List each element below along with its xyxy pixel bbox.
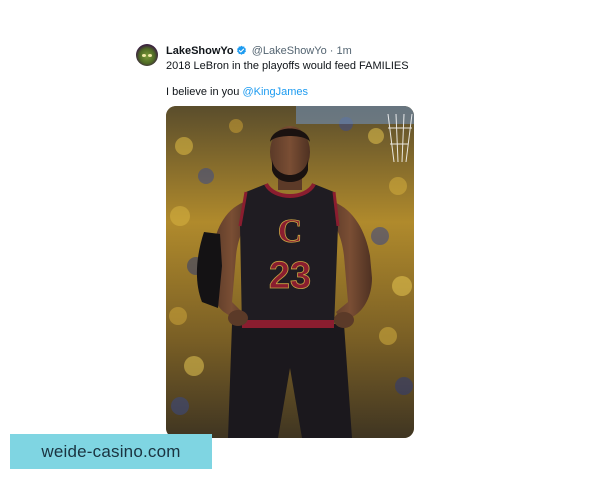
tweet-photo[interactable]: C 23: [166, 106, 414, 438]
avatar-eye: [142, 54, 146, 57]
watermark-banner: weide-casino.com: [10, 434, 212, 469]
mention-link[interactable]: @KingJames: [242, 86, 308, 98]
left-hand: [228, 310, 248, 326]
avatar[interactable]: [136, 44, 158, 66]
separator-dot: ·: [329, 45, 334, 57]
verified-badge-icon: [236, 45, 247, 60]
timestamp[interactable]: 1m: [337, 45, 352, 57]
tweet-text-line-1: 2018 LeBron in the playoffs would feed F…: [166, 60, 409, 72]
user-handle[interactable]: @LakeShowYo: [252, 45, 327, 57]
waistband: [242, 320, 334, 328]
avatar-eye: [148, 54, 152, 57]
display-name[interactable]: LakeShowYo: [166, 45, 234, 57]
tweet-text-line-2: I believe in you @KingJames: [166, 85, 308, 99]
right-hand: [334, 312, 354, 328]
jersey-logo: C: [278, 213, 303, 250]
player-photo-illustration: C 23: [166, 106, 414, 438]
tweet-header: LakeShowYo @LakeShowYo · 1m: [166, 44, 352, 60]
tweet-text-prefix: I believe in you: [166, 86, 243, 98]
jersey-number: 23: [269, 255, 311, 297]
watermark-text: weide-casino.com: [41, 441, 181, 461]
